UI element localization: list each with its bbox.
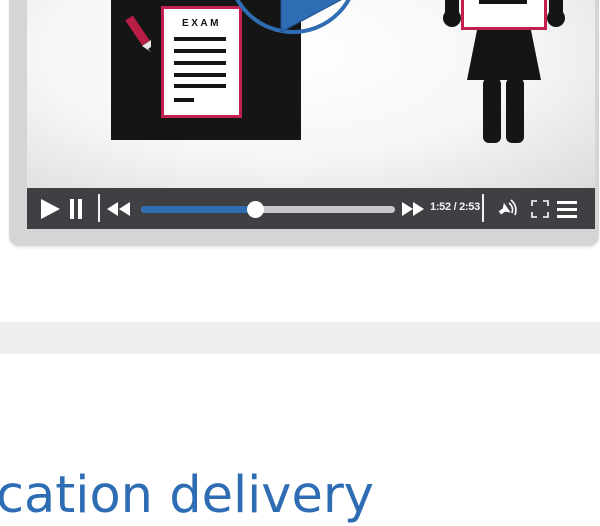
exam-illustration: EXAM [111, 0, 565, 143]
video-screen[interactable]: EXAM [27, 0, 595, 188]
play-icon[interactable] [39, 198, 61, 220]
progress-fill [141, 206, 256, 213]
progress-bar[interactable] [141, 201, 395, 218]
person-figure [443, 0, 565, 143]
fullscreen-icon[interactable] [530, 199, 550, 219]
section-heading: cation delivery [0, 466, 374, 525]
controls-divider [482, 194, 484, 222]
section-divider-band [0, 322, 600, 354]
video-player: EXAM 1:52 / 2:53 [9, 0, 599, 246]
pause-icon[interactable] [68, 198, 84, 220]
video-controls: 1:52 / 2:53 [27, 188, 595, 229]
exam-paper: EXAM [161, 6, 242, 118]
fast-forward-icon[interactable] [401, 201, 425, 217]
rewind-icon[interactable] [105, 201, 131, 217]
progress-handle[interactable] [247, 201, 265, 218]
controls-divider [98, 194, 100, 222]
volume-icon[interactable] [497, 199, 517, 219]
time-display: 1:52 / 2:53 [430, 201, 480, 213]
exam-label: EXAM [182, 18, 221, 29]
menu-icon[interactable] [557, 199, 577, 219]
